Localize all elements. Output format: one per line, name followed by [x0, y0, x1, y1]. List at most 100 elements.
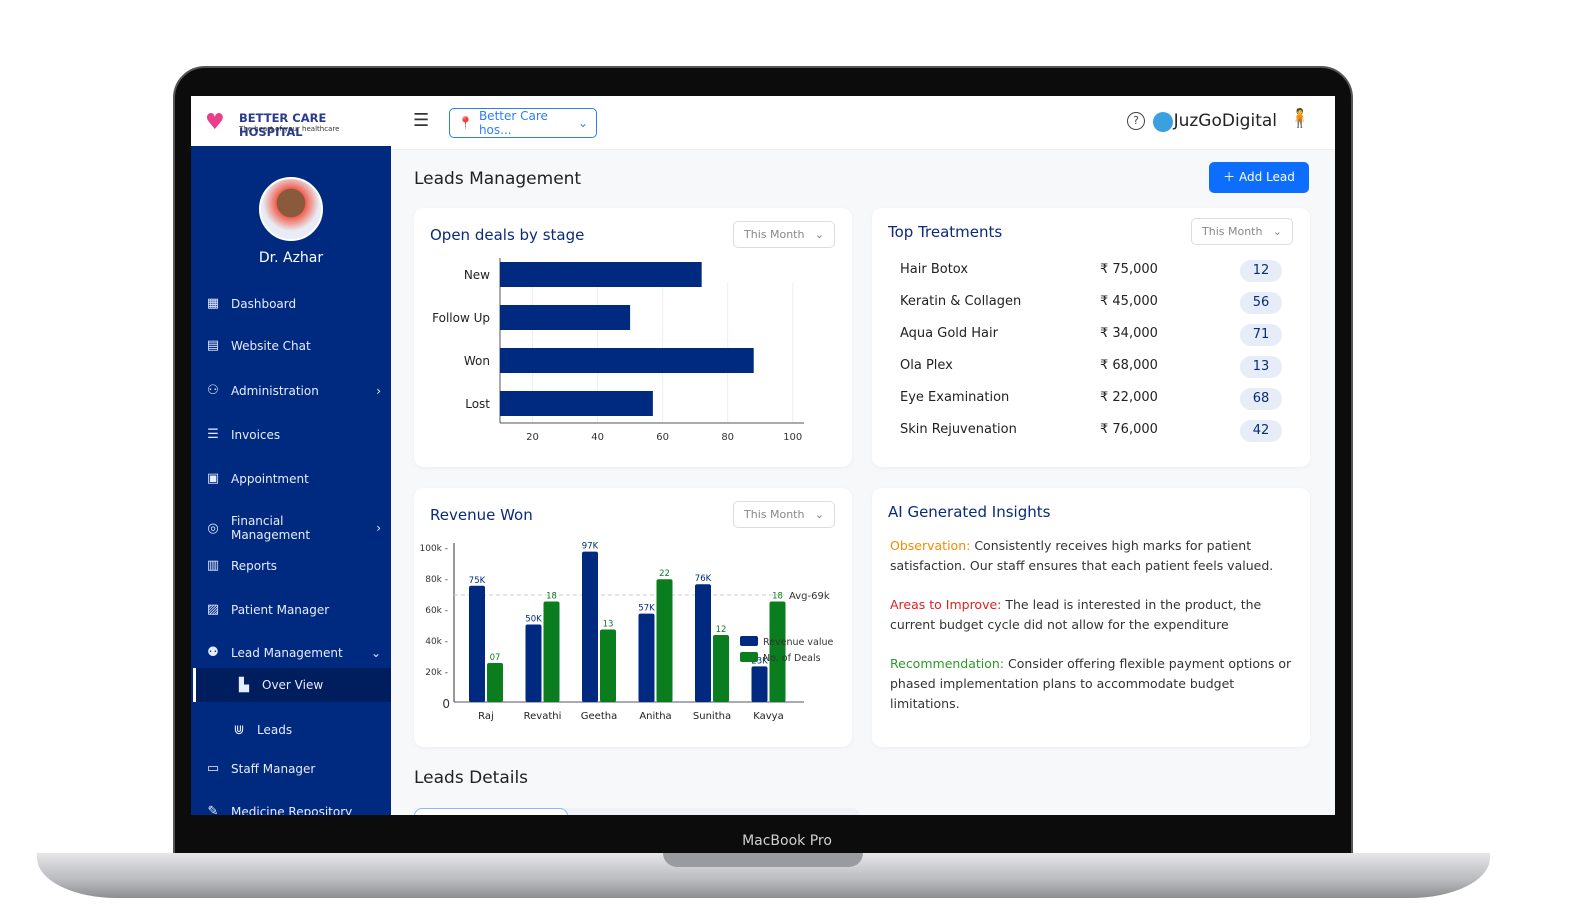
treatment-price: ₹ 45,000 [1100, 294, 1158, 309]
sidebar-item-label: Administration [231, 383, 319, 398]
x-tick-label: Raj [478, 711, 494, 722]
sidebar-item-label: Dashboard [231, 296, 297, 311]
treatment-price: ₹ 75,000 [1100, 262, 1158, 277]
x-tick-label: 40 [591, 432, 604, 443]
bar-deals-revathi [543, 601, 560, 702]
average-label: Avg-69k [789, 591, 830, 602]
chat-icon: ▤ [206, 338, 220, 353]
data-label: 97K [582, 542, 599, 552]
sidebar-item-label: Appointment [231, 471, 309, 486]
laptop-notch [663, 853, 863, 867]
y-tick-label: 20k - [425, 668, 448, 678]
sidebar-item-lead-management[interactable]: ⚉ Lead Management ⌄ [205, 645, 381, 660]
sidebar-item-financial-management[interactable]: ◎ Financial Management › [205, 514, 381, 542]
help-icon[interactable]: ? [1127, 112, 1145, 130]
tab-active[interactable] [414, 808, 568, 815]
sidebar-item-reports[interactable]: ▥ Reports [205, 558, 381, 573]
treatment-row: Aqua Gold Hair ₹ 34,000 71 [900, 324, 1282, 346]
data-label: 22 [659, 569, 670, 579]
treatment-name: Keratin & Collagen [900, 294, 1022, 309]
sidebar-item-dashboard[interactable]: ▦ Dashboard [205, 296, 381, 311]
treatment-name: Skin Rejuvenation [900, 422, 1017, 437]
screen: ♥ BETTER CARE HOSPITAL The heart of your… [191, 96, 1335, 815]
period-select[interactable]: This Month ⌄ [1191, 218, 1293, 245]
treatment-name: Ola Plex [900, 358, 953, 373]
treatment-row: Eye Examination ₹ 22,000 68 [900, 388, 1282, 410]
chevron-right-icon: › [376, 383, 381, 398]
sidebar-item-patient-manager[interactable]: ▨ Patient Manager [205, 602, 381, 617]
insight-item: Areas to Improve: The lead is interested… [890, 595, 1300, 635]
location-select[interactable]: 📍 Better Care hos... ⌄ [449, 108, 597, 138]
user-figure-icon[interactable]: 🧍 [1289, 108, 1311, 129]
sidebar-item-label: Leads [257, 723, 293, 737]
calendar-icon: ▣ [206, 471, 220, 486]
brand-logo[interactable]: ♥ BETTER CARE HOSPITAL The heart of your… [191, 96, 391, 150]
heart-hands-icon: ♥ [205, 110, 225, 135]
add-lead-label: Add Lead [1238, 170, 1295, 184]
count-badge: 42 [1240, 420, 1282, 442]
add-lead-button[interactable]: ＋ Add Lead [1209, 162, 1309, 193]
avatar[interactable] [259, 177, 323, 241]
x-tick-label: Revathi [524, 711, 562, 722]
section-title: Leads Details [414, 768, 529, 788]
pill-icon: ✎ [207, 804, 219, 815]
data-label: 07 [490, 653, 501, 663]
y-tick-label: 100k - [420, 544, 449, 554]
sidebar-item-label: Lead Management [231, 645, 343, 660]
admin-icon: ⚇ [207, 383, 219, 398]
x-tick-label: Kavya [753, 711, 783, 722]
y-tick-label: 60k - [425, 606, 448, 616]
bar-deals-raj [487, 662, 503, 702]
treatment-price: ₹ 34,000 [1100, 326, 1158, 341]
x-tick-label: Sunitha [693, 711, 731, 722]
data-label: 18 [546, 592, 557, 602]
sidebar-subitem-leads[interactable]: ⋓ Leads [231, 713, 381, 747]
open-deals-card: Open deals by stage This Month ⌄ 20 40 60 8… [414, 208, 852, 467]
y-tick-label: 40k - [425, 637, 448, 647]
data-label: 12 [716, 625, 727, 635]
x-tick-label: Geetha [581, 711, 617, 722]
sidebar-subitem-over-view[interactable]: ▙ Over View [193, 668, 391, 702]
treatment-name: Aqua Gold Hair [900, 326, 998, 341]
chevron-down-icon: ⌄ [370, 645, 381, 660]
sidebar-item-label: Reports [231, 558, 278, 573]
sidebar-item-administration[interactable]: ⚇ Administration › [205, 383, 381, 398]
x-tick-label: Anitha [639, 711, 671, 722]
sidebar-item-label: Staff Manager [231, 761, 316, 776]
insight-label: Areas to Improve: [890, 597, 1002, 612]
sidebar-item-website-chat[interactable]: ▤ Website Chat [205, 338, 381, 353]
id-card-icon: ▭ [206, 761, 220, 776]
data-label: 50K [525, 615, 542, 625]
category-label: New [464, 268, 490, 282]
sidebar-item-label: Website Chat [231, 338, 311, 353]
card-title: Top Treatments [888, 223, 1003, 241]
company-name: JuzGoDigital [1173, 111, 1277, 131]
sidebar-item-label: Financial Management [230, 514, 311, 542]
bar-revenue-anitha [638, 613, 655, 702]
sidebar-item-medicine-repository[interactable]: ✎ Medicine Repository [205, 804, 381, 815]
dashboard-icon: ▦ [206, 296, 220, 311]
category-label: Won [464, 354, 490, 368]
tab-bar [414, 808, 860, 815]
overview-chart-icon: ▙ [239, 677, 249, 693]
top-header: ☰ 📍 Better Care hos... ⌄ ? JuzGoDigital 🧍 [391, 96, 1335, 150]
sidebar-item-staff-manager[interactable]: ▭ Staff Manager [205, 761, 381, 776]
menu-icon[interactable]: ☰ [413, 110, 429, 131]
y-tick-label: 0 [442, 697, 450, 711]
insight-label: Observation: [890, 538, 971, 553]
company-logo-icon [1153, 112, 1173, 132]
bar-revenue-geetha [582, 551, 598, 702]
bar-revenue-kavya [751, 666, 768, 702]
sidebar-item-appointment[interactable]: ▣ Appointment [205, 471, 381, 486]
insight-item: Recommendation: Consider offering flexib… [890, 654, 1300, 714]
period-value: This Month [1202, 225, 1263, 238]
bar-deals-geetha [600, 629, 616, 702]
bar-follow-up [500, 305, 631, 330]
ai-insights-card: AI Generated Insights Observation: Consi… [872, 488, 1310, 747]
x-tick-label: 60 [656, 432, 669, 443]
sidebar-item-invoices[interactable]: ☰ Invoices [205, 427, 381, 442]
sidebar-item-label: Medicine Repository [231, 804, 353, 816]
bar-deals-anitha [656, 579, 673, 702]
count-badge: 12 [1240, 260, 1282, 282]
bar-new [500, 262, 702, 287]
